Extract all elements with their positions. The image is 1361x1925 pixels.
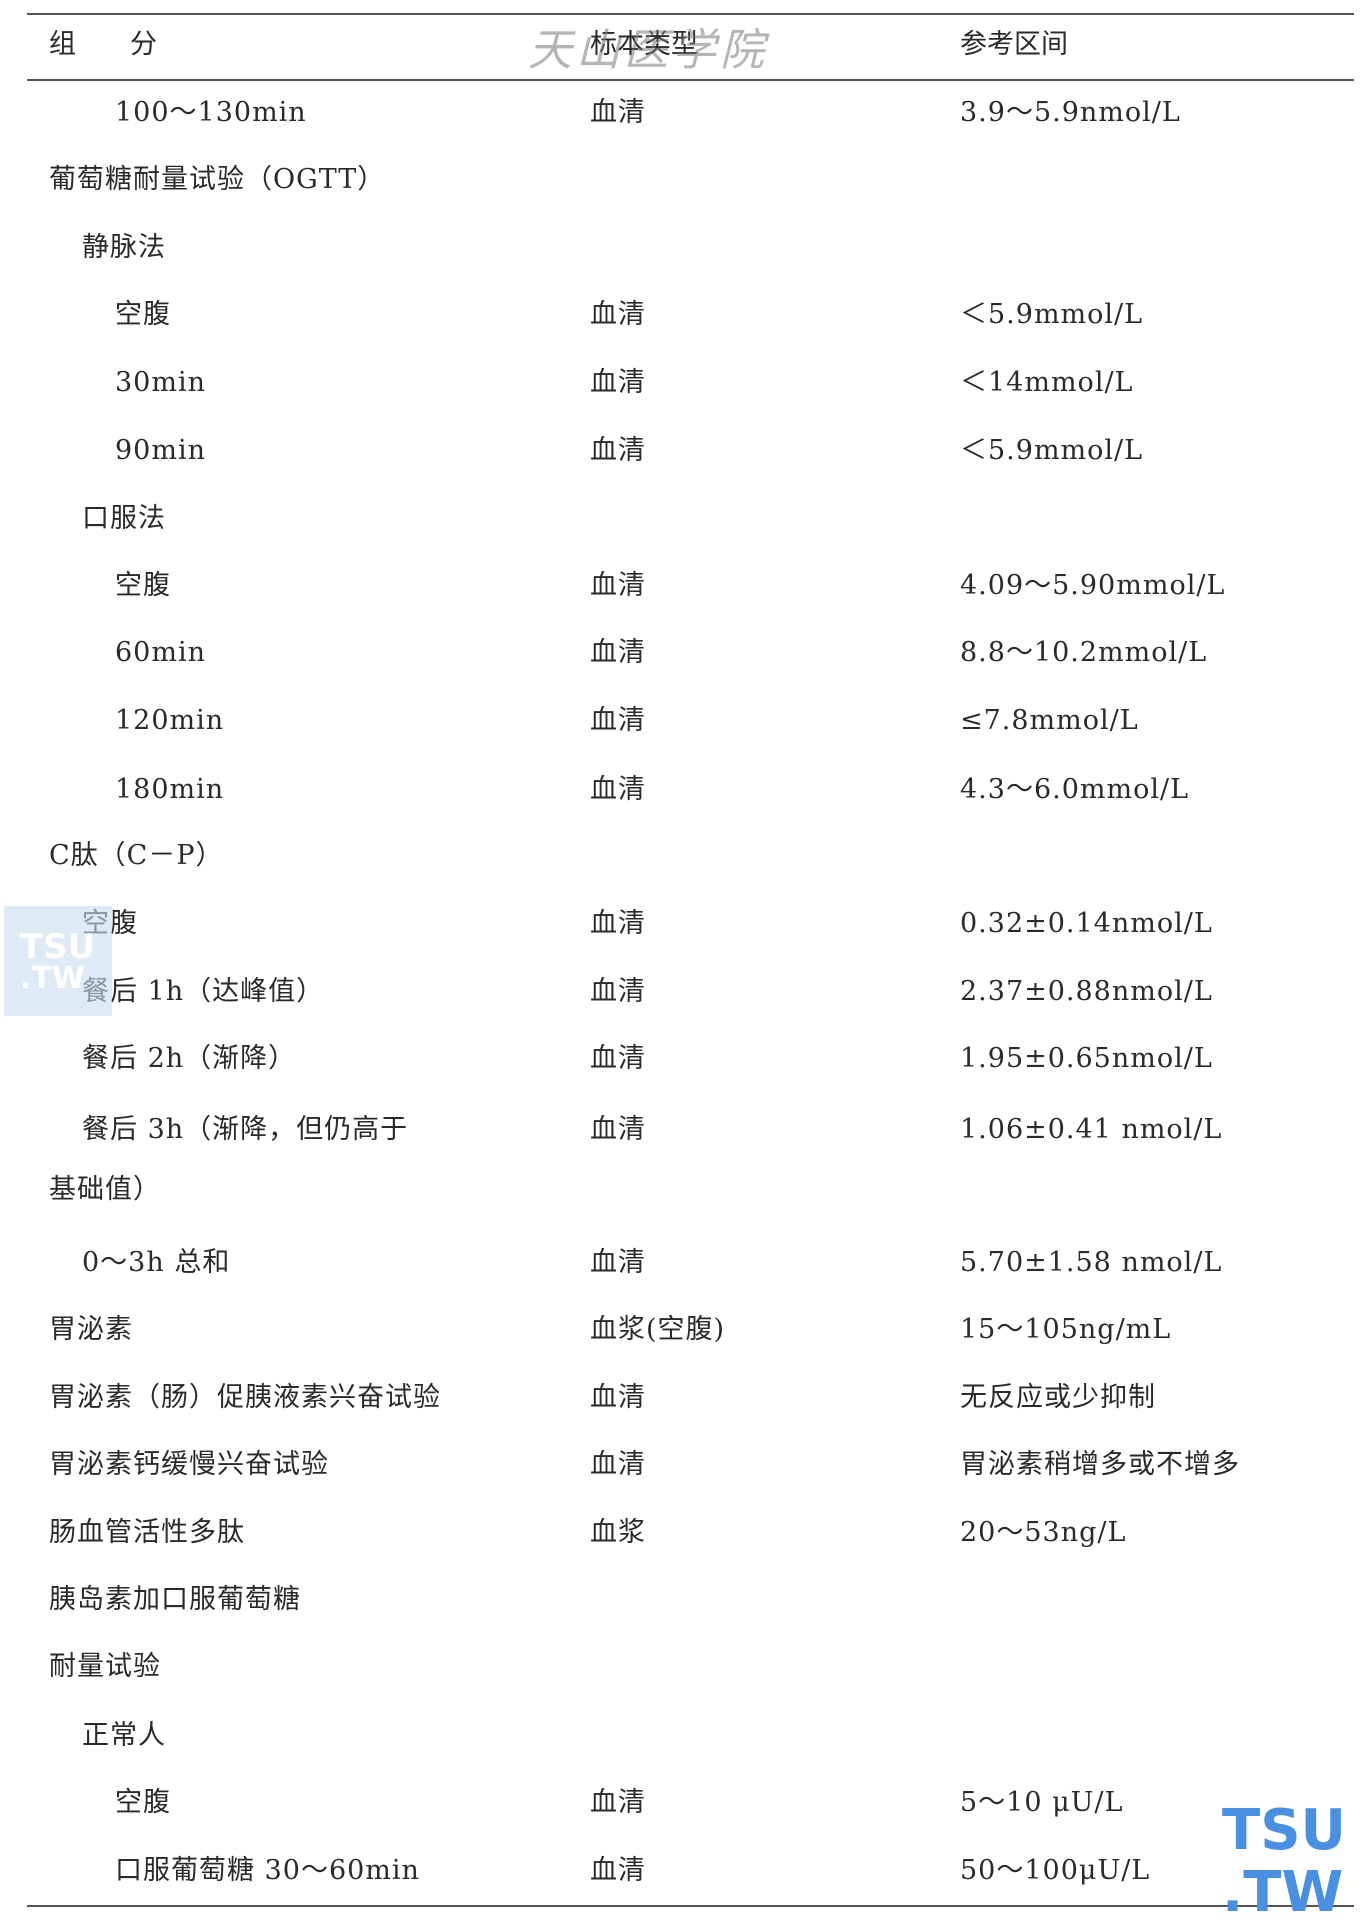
row-range: 0.32±0.14nmol/L <box>960 908 1213 939</box>
row-component: 空腹 <box>115 1787 171 1818</box>
row-component: 餐后 1h（达峰值） <box>82 976 325 1007</box>
row-component: 口服法 <box>82 503 166 534</box>
row-component: 30min <box>115 367 206 398</box>
row-component: 胃泌素 <box>49 1314 133 1345</box>
row-specimen: 血清 <box>590 97 646 128</box>
row-range: 5.70±1.58 nmol/L <box>960 1247 1223 1278</box>
row-component: 0～3h 总和 <box>82 1247 231 1278</box>
row-specimen: 血清 <box>590 908 646 939</box>
row-range: 1.06±0.41 nmol/L <box>960 1114 1223 1145</box>
row-range: ＜5.9mmol/L <box>960 435 1144 466</box>
row-component: 胃泌素（肠）促胰液素兴奋试验 <box>49 1382 441 1413</box>
row-range: 3.9～5.9nmol/L <box>960 97 1181 128</box>
row-specimen: 血清 <box>590 570 646 601</box>
row-component: 100～130min <box>115 97 307 128</box>
row-component: 静脉法 <box>82 232 166 263</box>
row-range: 8.8～10.2mmol/L <box>960 637 1208 668</box>
row-range: 4.3～6.0mmol/L <box>960 774 1189 805</box>
header-rule <box>27 79 1354 81</box>
row-range: 20～53ng/L <box>960 1517 1127 1548</box>
header-reference-range: 参考区间 <box>960 29 1068 60</box>
row-range: ＜14mmol/L <box>960 367 1134 398</box>
row-specimen: 血清 <box>590 1043 646 1074</box>
row-range: ＜5.9mmol/L <box>960 299 1144 330</box>
row-component: 90min <box>115 435 206 466</box>
row-specimen: 血清 <box>590 637 646 668</box>
row-component: 餐后 3h（渐降，但仍高于 <box>82 1114 409 1145</box>
row-component: 正常人 <box>82 1720 166 1751</box>
row-specimen: 血清 <box>590 774 646 805</box>
row-component: 空腹 <box>115 299 171 330</box>
row-specimen: 血清 <box>590 1114 646 1145</box>
row-specimen: 血清 <box>590 1855 646 1886</box>
row-component: 葡萄糖耐量试验（OGTT） <box>49 164 386 195</box>
row-specimen: 血清 <box>590 1247 646 1278</box>
row-specimen: 血清 <box>590 1382 646 1413</box>
header-component: 组 分 <box>49 29 157 60</box>
row-range: 无反应或少抑制 <box>960 1382 1156 1413</box>
row-component: 胰岛素加口服葡萄糖 <box>49 1584 301 1615</box>
row-component: 胃泌素钙缓慢兴奋试验 <box>49 1449 329 1480</box>
row-specimen: 血清 <box>590 1449 646 1480</box>
row-range: 50～100μU/L <box>960 1855 1151 1886</box>
row-specimen: 血清 <box>590 435 646 466</box>
row-range: 15～105ng/mL <box>960 1314 1172 1345</box>
row-component: 60min <box>115 637 206 668</box>
row-range: 1.95±0.65nmol/L <box>960 1043 1213 1074</box>
row-range: 2.37±0.88nmol/L <box>960 976 1213 1007</box>
row-specimen: 血清 <box>590 976 646 1007</box>
row-component: C肽（C－P） <box>49 840 224 871</box>
table-bottom-rule <box>27 1905 1354 1907</box>
watermark-logo-left: TSU .TW <box>4 906 112 1016</box>
row-specimen: 血清 <box>590 367 646 398</box>
row-specimen: 血清 <box>590 705 646 736</box>
row-component: 肠血管活性多肽 <box>49 1517 245 1548</box>
row-specimen: 血清 <box>590 299 646 330</box>
row-component: 120min <box>115 705 225 736</box>
row-range: 5～10 μU/L <box>960 1787 1124 1818</box>
row-component: 180min <box>115 774 225 805</box>
watermark-logo-right: TSU .TW <box>1222 1798 1347 1925</box>
row-component: 餐后 2h（渐降） <box>82 1043 297 1074</box>
row-component: 口服葡萄糖 30～60min <box>115 1855 420 1886</box>
row-specimen: 血浆(空腹) <box>590 1314 726 1345</box>
row-component: 基础值） <box>49 1174 161 1205</box>
row-range: 胃泌素稍增多或不增多 <box>960 1449 1240 1480</box>
row-range: ≤7.8mmol/L <box>960 705 1139 736</box>
row-component: 空腹 <box>115 570 171 601</box>
watermark-text: 天山医学院 <box>528 25 768 76</box>
row-specimen: 血清 <box>590 1787 646 1818</box>
row-component: 耐量试验 <box>49 1651 161 1682</box>
row-specimen: 血浆 <box>590 1517 646 1548</box>
row-range: 4.09～5.90mmol/L <box>960 570 1226 601</box>
